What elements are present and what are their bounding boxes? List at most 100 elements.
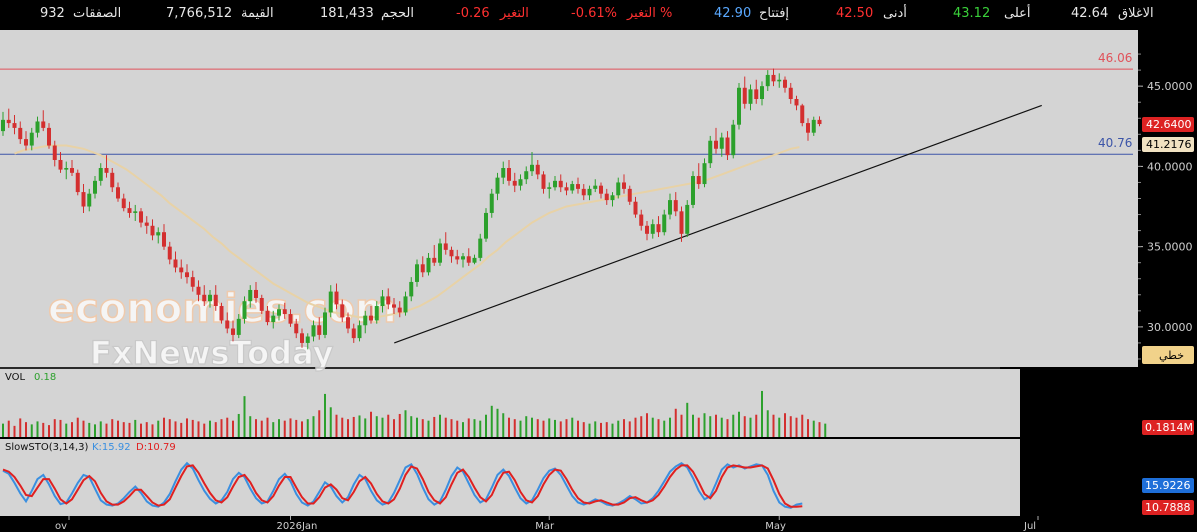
candle-body [581,188,586,196]
volume-bar [686,402,689,437]
volume-bar [65,423,68,437]
volume-bar [628,421,631,437]
stochastic-d-tag-text: 10.7888 [1145,501,1191,514]
y-tick-label: 40.0000 [1147,160,1193,173]
volume-bar [249,416,252,437]
candle-body [696,176,701,185]
volume-bar [312,416,315,437]
volume-bar [427,420,430,437]
volume-bar [784,413,786,437]
candle-body [639,214,644,226]
candle-body [133,211,138,213]
candle-body [668,200,672,215]
change-pct-value: -0.61% [571,6,617,21]
volume-bar [243,396,246,437]
volume-bar [772,414,775,437]
volume-bar [197,421,200,437]
volume-bar [163,417,165,437]
candle-body [714,140,718,149]
candle-body [719,137,724,149]
volume-bar [824,423,827,437]
candle-body [788,87,793,100]
volume-bar [755,414,758,437]
volume-bar [692,414,694,437]
candle-body [98,168,103,181]
candle-body [415,264,419,282]
volume-bar [117,420,119,437]
candle-body [518,179,523,186]
volume-bar [410,416,413,437]
volume-bar [272,422,275,437]
volume-bar [2,423,4,437]
close-label: الاغلاق [1118,6,1154,21]
candle-body [397,307,402,313]
change-value: -0.26 [456,6,490,21]
volume-bar [536,419,539,437]
trades-value: 932 [40,6,65,21]
volume-bar [13,425,16,437]
volume-title: VOL [5,372,26,383]
candle-body [662,214,667,233]
candle-body [363,315,368,326]
x-tick-label: May [765,521,786,532]
volume-bar [180,422,183,437]
candle-body [185,272,189,278]
volume-bar [594,421,597,437]
volume-bar [82,420,85,437]
volume-bar [266,417,269,437]
chart-area[interactable]: 45.000040.000035.000030.0000economies.co… [0,30,1197,532]
volume-bar [347,419,349,437]
candle-body [650,224,655,234]
volume-bar [255,419,257,437]
volume-bar [30,424,33,437]
volume-bar [220,419,223,437]
candle-body [604,193,609,201]
candle-body [35,121,40,133]
candle-body [167,246,172,260]
candle-body [374,306,379,321]
volume-bar [335,414,338,437]
volume-bar [36,421,39,437]
volume-bar [582,422,585,437]
volume-bar [416,417,418,437]
volume-bar [715,414,717,437]
volume-bar [25,422,27,437]
candle-body [248,289,253,302]
x-tick-label: Mar [535,521,555,532]
volume-bar [278,419,280,437]
candle-body [466,256,471,263]
volume-bar [174,421,177,437]
candle-body [656,224,661,233]
candle-body [673,200,678,212]
candle-body [443,243,448,250]
quote-bar: الاغلاق 42.64 أعلى 43.12 أدنى 42.50 إفتت… [0,0,1197,30]
candle-body [18,127,23,140]
candle-body [116,187,120,199]
volume-bar [697,417,700,437]
volume-bar [640,416,643,437]
volume-bar [151,424,154,437]
candle-body [351,328,356,339]
candle-body [702,163,707,185]
candle-body [104,168,109,173]
candle-body [208,294,212,302]
volume-bar [226,417,229,437]
volume-value: 181,433 [320,6,374,21]
volume-bar [237,413,240,437]
volume-bar [393,419,395,437]
volume-bar [542,420,545,437]
candle-body [173,259,178,268]
candle-body [139,211,143,223]
open-value: 42.90 [714,6,752,21]
candle-body [305,336,310,343]
volume-bar [646,413,648,437]
volume-bar [186,418,188,437]
candle-body [236,318,241,335]
volume-bar [663,420,666,437]
candle-body [259,297,264,311]
last-price-tag-text: 42.6400 [1146,118,1192,131]
volume-bar [404,410,407,437]
volume-bar [128,422,131,437]
volume-bar [111,419,114,437]
volume-bar [749,417,752,437]
